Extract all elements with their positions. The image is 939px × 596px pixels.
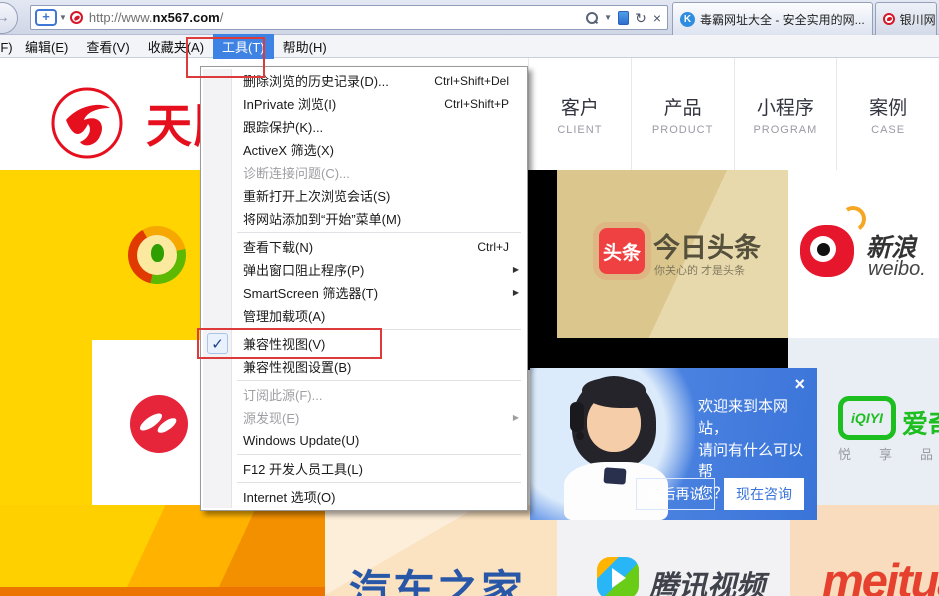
toutiao-slogan: 你关心的 才是头条 — [654, 262, 745, 278]
addon-dropdown-icon[interactable]: ▼ — [59, 13, 67, 22]
iqiyi-title: 爱奇艺 — [902, 404, 939, 441]
compatibility-page-icon[interactable] — [618, 11, 629, 25]
tencent-video-title: 腾讯视频 — [649, 563, 765, 596]
toutiao-title: 今日头条 — [653, 226, 761, 265]
tianmai-logo-icon — [50, 86, 124, 160]
browser-window: 天脉 客户 CLIENT 产品 PRODUCT 小程序 PROGRAM 案例 C… — [0, 0, 939, 596]
nav-client-cn: 客户 — [561, 93, 599, 120]
menu-file[interactable]: 文件(F) — [0, 34, 16, 59]
nav-item-program[interactable]: 小程序 PROGRAM — [734, 58, 837, 170]
tab-yinchuan-title: 银川网 — [900, 11, 936, 28]
address-bar[interactable]: + ▼ http://www.nx567.com/ ▼ ↻ × — [30, 5, 668, 30]
headset-icon — [570, 402, 584, 432]
menu-item-inprivate[interactable]: InPrivate 浏览(I)Ctrl+Shift+P — [203, 92, 525, 115]
forward-button[interactable]: → — [0, 2, 18, 34]
tile-autohome[interactable]: 汽车之家 — [325, 505, 557, 596]
site-nav: 客户 CLIENT 产品 PRODUCT 小程序 PROGRAM 案例 CASE — [528, 58, 939, 170]
annotation-rect-tools — [186, 37, 265, 78]
tile-yellow-strip — [0, 340, 92, 505]
menu-item-activex-filtering[interactable]: ActiveX 筛选(X) — [203, 138, 525, 161]
refresh-icon[interactable]: ↻ — [635, 11, 647, 25]
weibo-eye-icon — [800, 225, 854, 277]
menu-item-view-downloads[interactable]: 查看下载(N)Ctrl+J — [203, 235, 525, 258]
tile-orange — [0, 505, 325, 596]
addon-plus-icon[interactable]: + — [35, 9, 57, 26]
menu-item-internet-options[interactable]: Internet 选项(O) — [203, 485, 525, 508]
menu-item-add-site-to-start[interactable]: 将网站添加到“开始”菜单(M) — [203, 207, 525, 230]
tools-dropdown-menu: 删除浏览的历史记录(D)...Ctrl+Shift+Del InPrivate … — [200, 66, 528, 511]
url-text[interactable]: http://www.nx567.com/ — [89, 10, 223, 25]
menu-item-smartscreen[interactable]: SmartScreen 筛选器(T)▶ — [203, 281, 525, 304]
duba-favicon-icon: K — [680, 12, 695, 27]
tencent-video-logo-icon — [597, 557, 639, 596]
black-gap-horizontal — [557, 338, 788, 370]
meituan-title: meituan — [822, 553, 939, 596]
chat-popup: × 欢迎来到本网站， 请问有什么可以帮 您？ 稍后再说 现在咨询 — [530, 368, 817, 520]
nav-program-cn: 小程序 — [757, 93, 814, 120]
menu-edit[interactable]: 编辑(E) — [16, 34, 77, 59]
menu-item-tracking-protection[interactable]: 跟踪保护(K)... — [203, 115, 525, 138]
menu-view[interactable]: 查看(V) — [77, 34, 138, 59]
nav-case-cn: 案例 — [869, 93, 907, 120]
nav-item-product[interactable]: 产品 PRODUCT — [631, 58, 734, 170]
autohome-title: 汽车之家 — [349, 557, 525, 596]
tab-duba[interactable]: K 毒霸网址大全 - 安全实用的网... — [672, 2, 873, 35]
nav-product-cn: 产品 — [664, 93, 702, 120]
menu-item-popup-blocker[interactable]: 弹出窗口阻止程序(P)▶ — [203, 258, 525, 281]
later-button[interactable]: 稍后再说 — [636, 478, 715, 510]
menu-help[interactable]: 帮助(H) — [274, 34, 336, 59]
nav-program-en: PROGRAM — [753, 124, 817, 136]
menu-separator — [237, 232, 521, 233]
site-favicon-icon — [70, 11, 83, 24]
search-dropdown-icon[interactable]: ▼ — [604, 13, 612, 22]
menu-item-windows-update[interactable]: Windows Update(U) — [203, 429, 525, 452]
popup-close-icon[interactable]: × — [794, 376, 805, 392]
nav-product-en: PRODUCT — [652, 124, 713, 136]
nav-item-client[interactable]: 客户 CLIENT — [528, 58, 631, 170]
iqiyi-logo-icon: iQIYI — [838, 396, 896, 440]
weibo-en-text: weibo. — [868, 258, 926, 281]
submenu-arrow-icon: ▶ — [513, 265, 519, 274]
browser-toolbar: → + ▼ http://www.nx567.com/ ▼ ↻ × K 毒霸网址… — [0, 0, 939, 35]
menu-bar: 文件(F) 编辑(E) 查看(V) 收藏夹(A) 工具(T) 帮助(H) — [0, 35, 939, 58]
nav-case-en: CASE — [871, 124, 905, 136]
menu-item-manage-addons[interactable]: 管理加载项(A) — [203, 304, 525, 327]
phoenix-logo-icon — [130, 395, 188, 453]
annotation-rect-compatibility-view — [197, 328, 382, 359]
tab-yinchuan[interactable]: 银川网 — [875, 2, 937, 35]
iqiyi-slogan: 悦享品 — [838, 444, 933, 463]
consult-now-button[interactable]: 现在咨询 — [724, 478, 804, 510]
menu-separator — [237, 482, 521, 483]
menu-separator — [237, 454, 521, 455]
nav-item-case[interactable]: 案例 CASE — [836, 58, 939, 170]
menu-item-reopen-last-session[interactable]: 重新打开上次浏览会话(S) — [203, 184, 525, 207]
tile-weibo[interactable]: 新浪 weibo. — [788, 170, 939, 338]
menu-item-diagnose-connection: 诊断连接问题(C)... — [203, 161, 525, 184]
search-icon[interactable] — [586, 12, 598, 24]
stop-icon[interactable]: × — [653, 11, 661, 25]
nav-client-en: CLIENT — [557, 124, 602, 136]
submenu-arrow-icon: ▶ — [513, 413, 519, 422]
menu-item-feed-discovery: 源发现(E)▶ — [203, 406, 525, 429]
tile-toutiao[interactable]: 头条 今日头条 你关心的 才是头条 — [557, 170, 788, 338]
tab-bar: K 毒霸网址大全 - 安全实用的网... 银川网 — [672, 2, 937, 35]
yinchuan-favicon-icon — [883, 13, 895, 25]
toutiao-badge-icon: 头条 — [599, 228, 645, 274]
menu-item-f12-tools[interactable]: F12 开发人员工具(L) — [203, 457, 525, 480]
black-gap-vertical — [528, 170, 557, 370]
tab-duba-title: 毒霸网址大全 - 安全实用的网... — [700, 11, 865, 28]
submenu-arrow-icon: ▶ — [513, 288, 519, 297]
qq-logo-icon — [128, 226, 186, 284]
menu-separator — [237, 380, 521, 381]
menu-item-subscribe-feed: 订阅此源(F)... — [203, 383, 525, 406]
